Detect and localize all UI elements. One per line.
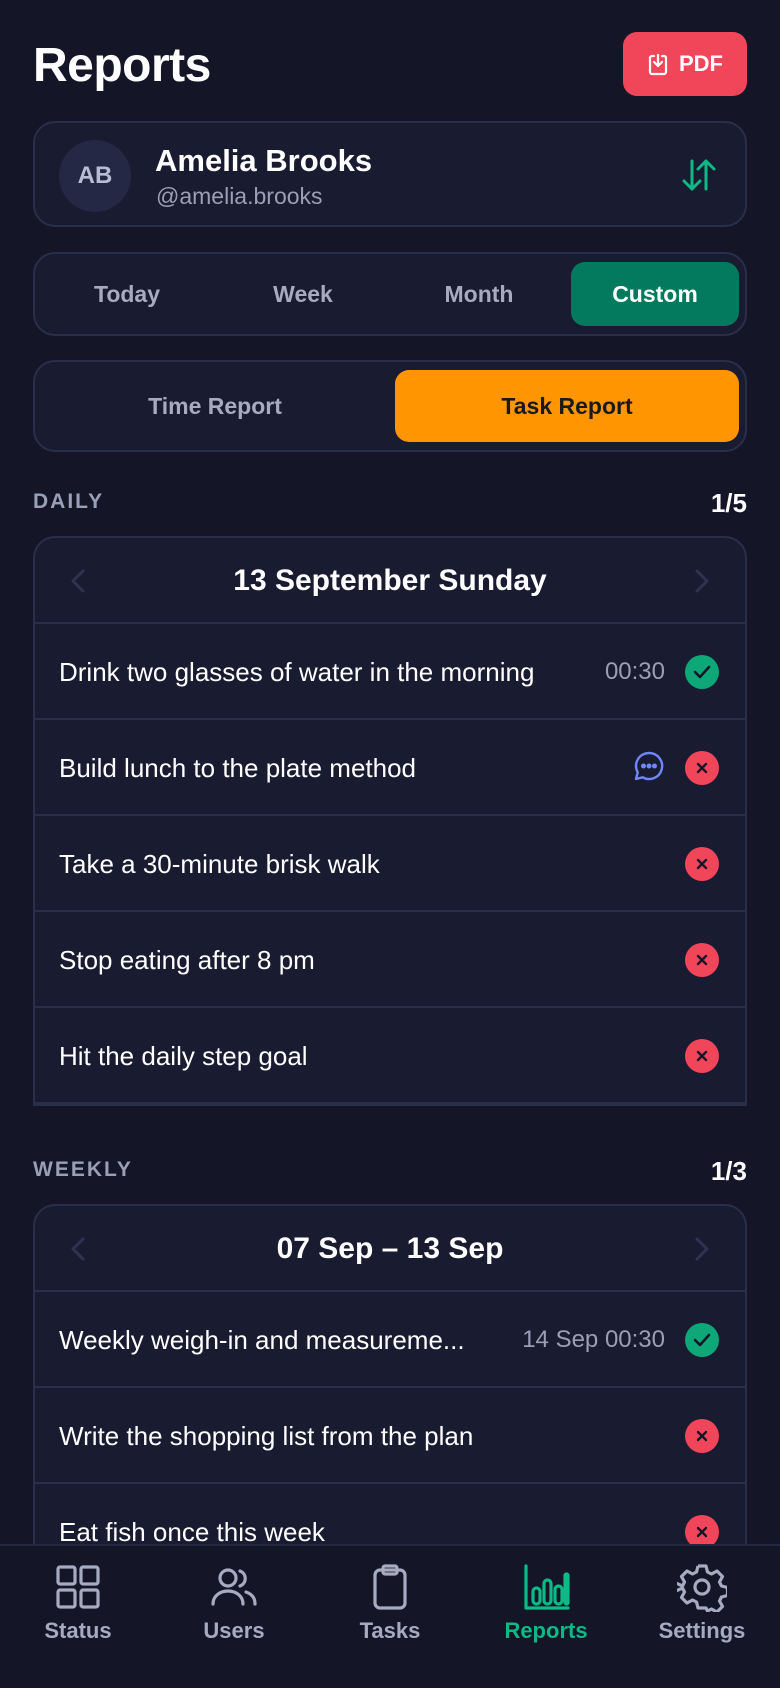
task-time: 14 Sep 00:30 <box>522 1326 665 1353</box>
task-title: Hit the daily step goal <box>59 1041 308 1071</box>
weekly-report-card: 07 Sep – 13 Sep Weekly weigh-in and meas… <box>33 1204 747 1582</box>
daily-section-label: DAILY <box>33 490 105 513</box>
task-row[interactable]: Take a 30-minute brisk walk <box>35 816 745 912</box>
chevron-right-icon[interactable] <box>689 1235 713 1263</box>
users-icon <box>211 1568 257 1606</box>
tab-custom[interactable]: Custom <box>571 262 739 326</box>
pdf-export-button[interactable]: PDF <box>623 32 747 96</box>
swap-arrows-icon[interactable] <box>679 155 719 195</box>
task-row[interactable]: Weekly weigh-in and measureme... 14 Sep … <box>35 1292 745 1388</box>
nav-settings[interactable]: Settings <box>624 1562 780 1662</box>
page-title: Reports <box>33 39 211 92</box>
tab-today[interactable]: Today <box>43 262 211 326</box>
nav-users[interactable]: Users <box>156 1562 312 1662</box>
task-row[interactable]: Write the shopping list from the plan <box>35 1388 745 1484</box>
daily-date-nav: 13 September Sunday <box>35 538 745 624</box>
close-icon <box>685 847 719 881</box>
tab-task-report[interactable]: Task Report <box>395 370 739 442</box>
close-icon <box>685 1419 719 1453</box>
close-icon <box>685 943 719 977</box>
close-icon <box>685 1039 719 1073</box>
task-title: Drink two glasses of water in the mornin… <box>59 657 535 687</box>
close-icon <box>685 751 719 785</box>
daily-page-count: 1/5 <box>710 488 747 518</box>
bar-chart-icon <box>524 1564 570 1610</box>
gear-icon <box>677 1564 727 1612</box>
nav-label: Tasks <box>359 1618 421 1643</box>
report-type-tabs: Time Report Task Report <box>33 360 747 452</box>
weekly-section-label: WEEKLY <box>33 1158 133 1181</box>
task-row[interactable]: Hit the daily step goal <box>35 1008 745 1104</box>
range-tabs: Today Week Month Custom <box>33 252 747 336</box>
task-row[interactable]: Drink two glasses of water in the mornin… <box>35 624 745 720</box>
grid-icon <box>56 1565 100 1609</box>
daily-report-card: 13 September Sunday Drink two glasses of… <box>33 536 747 1106</box>
tab-month[interactable]: Month <box>395 262 563 326</box>
nav-label: Settings <box>658 1618 746 1643</box>
nav-reports[interactable]: Reports <box>468 1562 624 1662</box>
daily-date-title: 13 September Sunday <box>233 564 547 597</box>
bottom-nav: Status Users Tasks Reports Settings <box>0 1544 780 1688</box>
nav-label: Reports <box>504 1618 588 1643</box>
task-row[interactable]: Stop eating after 8 pm <box>35 912 745 1008</box>
header: Reports PDF <box>33 32 747 98</box>
tab-week[interactable]: Week <box>219 262 387 326</box>
nav-label: Status <box>44 1618 112 1643</box>
pdf-label: PDF <box>679 51 723 76</box>
profile-handle: @amelia.brooks <box>156 183 323 209</box>
reports-screen: Reports PDF AB Amelia Brooks @amelia.bro… <box>0 0 780 1688</box>
nav-label: Users <box>203 1618 265 1643</box>
nav-status[interactable]: Status <box>0 1562 156 1662</box>
weekly-page-count: 1/3 <box>710 1156 747 1186</box>
task-time: 00:30 <box>604 658 665 685</box>
clipboard-icon <box>373 1564 407 1610</box>
task-title: Build lunch to the plate method <box>59 753 417 783</box>
nav-tasks[interactable]: Tasks <box>312 1562 468 1662</box>
weekly-date-nav: 07 Sep – 13 Sep <box>35 1206 745 1292</box>
task-title: Stop eating after 8 pm <box>59 945 315 975</box>
task-title: Write the shopping list from the plan <box>59 1421 474 1451</box>
profile-card[interactable]: AB Amelia Brooks @amelia.brooks <box>33 121 747 227</box>
chevron-right-icon[interactable] <box>689 567 713 595</box>
profile-name: Amelia Brooks <box>155 143 373 178</box>
check-icon <box>685 655 719 689</box>
tab-time-report[interactable]: Time Report <box>43 370 387 442</box>
check-icon <box>685 1323 719 1357</box>
task-title: Take a 30-minute brisk walk <box>59 849 380 879</box>
download-icon <box>648 53 668 76</box>
task-row[interactable]: Build lunch to the plate method <box>35 720 745 816</box>
comment-icon[interactable] <box>633 750 665 782</box>
avatar: AB <box>59 140 131 212</box>
task-title: Weekly weigh-in and measureme... <box>59 1325 465 1355</box>
weekly-date-title: 07 Sep – 13 Sep <box>276 1232 504 1265</box>
